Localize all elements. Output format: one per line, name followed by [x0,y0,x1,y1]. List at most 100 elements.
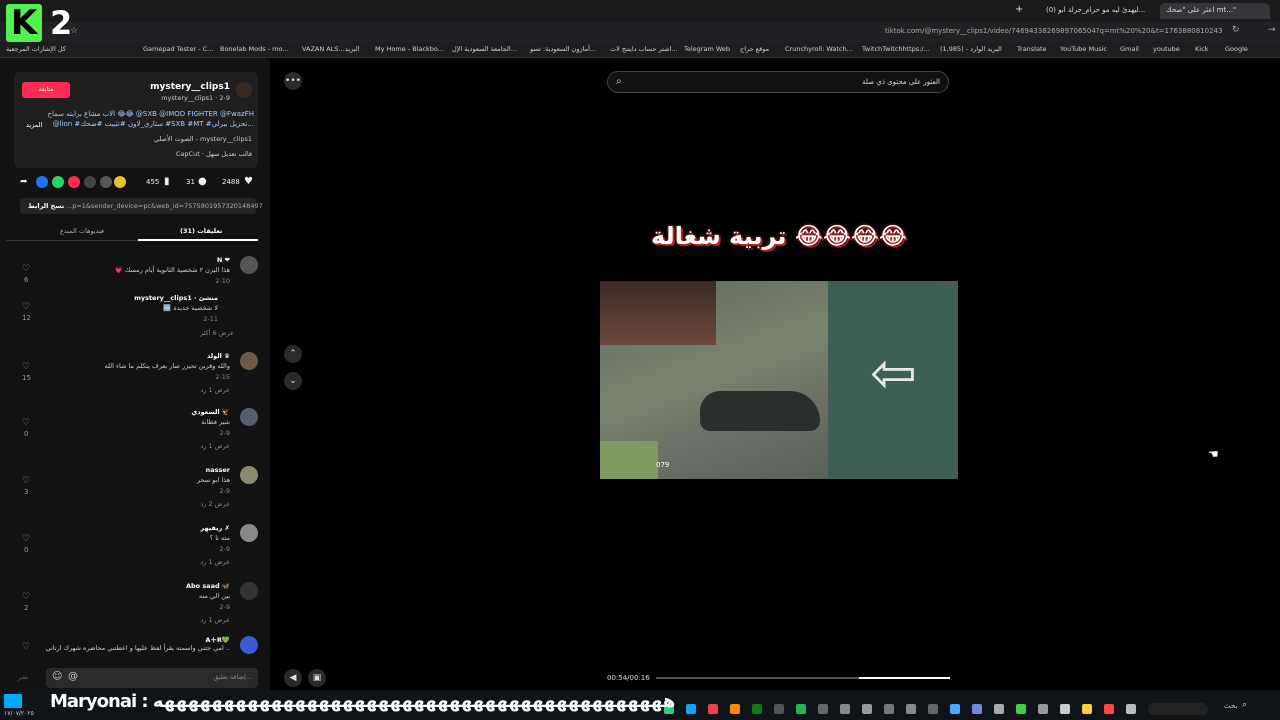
app-icon[interactable] [818,704,828,714]
view-replies[interactable]: عرض 1 رد [200,386,230,394]
discord-icon[interactable] [972,704,982,714]
avatar[interactable] [240,636,258,654]
bookmark-item[interactable]: youtube [1153,45,1180,53]
avatar[interactable] [240,256,258,274]
tab-inactive[interactable]: (0) ليهدئ ليه مو حرام_جرلة ابو... [1040,3,1150,19]
bookmark-item[interactable]: Gamepad Tester - C... [143,45,213,53]
tab-comments[interactable]: تعليقات (31) [180,227,222,235]
taskbar-search-box[interactable] [1148,703,1208,715]
view-replies[interactable]: عرض 1 رد [200,558,230,566]
coin-icon[interactable] [114,176,126,188]
avatar[interactable] [240,352,258,370]
comment-like-icon[interactable]: ♡ [22,476,30,486]
app-icon[interactable] [1038,704,1048,714]
app-icon[interactable] [994,704,1004,714]
app-icon[interactable] [730,704,740,714]
view-replies[interactable]: عرض 1 رد [200,442,230,450]
comment-username[interactable]: Abo saad 🦋 [186,582,230,590]
bookmark-icon[interactable]: ▮ [164,176,170,187]
spotify-icon[interactable] [796,704,806,714]
pip-button[interactable]: ▣ [308,669,326,687]
bookmark-item[interactable]: Google [1225,45,1248,53]
steam-icon[interactable] [686,704,696,714]
bookmark-item[interactable]: Gmail [1120,45,1139,53]
app-icon[interactable] [840,704,850,714]
bookmark-item[interactable]: Translate [1017,45,1047,53]
view-replies[interactable]: عرض 2 رد [200,500,230,508]
tab-creator-videos[interactable]: فيديوهات المبدع [60,227,104,235]
next-video-button[interactable]: ⌄ [284,372,302,390]
whatsapp-icon[interactable] [52,176,64,188]
bookmark-item[interactable]: Bonelab Mods - mo... [220,45,289,53]
volume-button[interactable]: ◀ [284,669,302,687]
link-icon[interactable] [100,176,112,188]
comment-icon[interactable]: ● [198,176,207,187]
share-icon[interactable]: ➦ [20,177,28,187]
bookmark-item[interactable]: اشتر حساب دايتنج لات... [610,45,678,53]
url-text[interactable]: tiktok.com/@mystery__clips1/video/746943… [885,27,1222,35]
comment-username[interactable]: ريفيهر ✗ [200,524,230,532]
copy-link-button[interactable]: نسخ الرابط [28,202,64,210]
comment-username[interactable]: nasser [206,466,230,474]
comment-username[interactable]: N ❤ [217,256,230,264]
previous-video-button[interactable]: ⌃ [284,345,302,363]
embed-icon[interactable] [84,176,96,188]
app-icon[interactable] [862,704,872,714]
bookmark-item[interactable]: موقع حراج [740,45,769,53]
avatar[interactable] [240,582,258,600]
bookmark-item[interactable]: My Home - Blackbo... [375,45,444,53]
chrome-icon[interactable] [1104,704,1114,714]
app-icon[interactable] [1126,704,1136,714]
emoji-icon[interactable]: ☺ [52,671,62,682]
bookmark-item[interactable]: TwitchTwitchhttps:/... [862,45,930,53]
comment-like-icon[interactable]: ♡ [22,264,30,274]
comment-like-icon[interactable]: ♡ [22,534,30,544]
bookmark-item[interactable]: Telegram Web [684,45,730,53]
reload-icon[interactable]: ↻ [1232,25,1240,35]
app-icon[interactable] [774,704,784,714]
more-link[interactable]: المزيد [26,121,42,129]
app-icon[interactable] [1016,704,1026,714]
bookmark-item[interactable]: كل الإشارات المرجعية [6,45,66,53]
bookmark-item[interactable]: أمازون السعودية: تسو... [530,45,596,53]
avatar[interactable] [240,524,258,542]
app-icon[interactable] [1060,704,1070,714]
comment-input[interactable]: إضافة تعليق... ☺ @ [46,668,258,688]
mention-icon[interactable]: @ [68,671,78,682]
tab-active[interactable]: اعثر على "صحك mt..." [1160,3,1270,19]
avatar[interactable] [240,408,258,426]
bookmark-item[interactable]: الجامعة السعودية الإل... [452,45,517,53]
app-icon[interactable] [928,704,938,714]
bookmark-item[interactable]: Kick [1195,45,1208,53]
post-username[interactable]: mystery__clips1 [150,82,230,92]
new-tab-button[interactable]: + [1012,3,1028,19]
forward-icon[interactable]: → [1268,25,1276,35]
comment-like-icon[interactable]: ♡ [22,418,30,428]
search-input[interactable]: ⌕ العثور على محتوى ذي صلة [607,71,949,93]
author-avatar[interactable] [236,82,252,98]
sound-link[interactable]: الصوت الأصلي - mystery__clips1 [154,135,252,143]
view-replies[interactable]: عرض 6 أكثر [200,329,234,337]
bookmark-item[interactable]: (1,985) - البريد الوارد [940,45,1002,53]
app-icon[interactable] [950,704,960,714]
comment-username[interactable]: mystery__clips1 · منشئ [134,294,218,302]
more-options-button[interactable]: ••• [284,72,302,90]
like-icon[interactable]: ♥ [244,176,253,187]
comment-username[interactable]: السعودي 🦅 [191,408,230,416]
follow-button[interactable]: متابعة [22,82,70,98]
facebook-icon[interactable] [36,176,48,188]
post-hashtags[interactable]: @lion #ستاري_لاون #تثبيت #ضحك #SXB #MT #… [53,120,254,128]
avatar[interactable] [240,466,258,484]
search-icon[interactable]: ⌕ [616,76,622,87]
comment-like-icon[interactable]: ♡ [22,592,30,602]
bookmark-item[interactable]: Crunchyroll: Watch... [785,45,853,53]
comment-like-icon[interactable]: ♡ [22,642,30,652]
comment-like-icon[interactable]: ♡ [22,302,30,312]
taskbar-search-label[interactable]: بحث [1224,702,1237,710]
send-icon[interactable] [68,176,80,188]
app-icon[interactable] [884,704,894,714]
taskbar-search-icon[interactable]: ⌕ [1242,700,1247,710]
capcut-link[interactable]: CapCut · قالب تعديل سهل [176,150,252,158]
bookmark-item[interactable]: YouTube Music [1060,45,1107,53]
bookmark-item[interactable]: VAZAN ALS... [302,45,345,53]
